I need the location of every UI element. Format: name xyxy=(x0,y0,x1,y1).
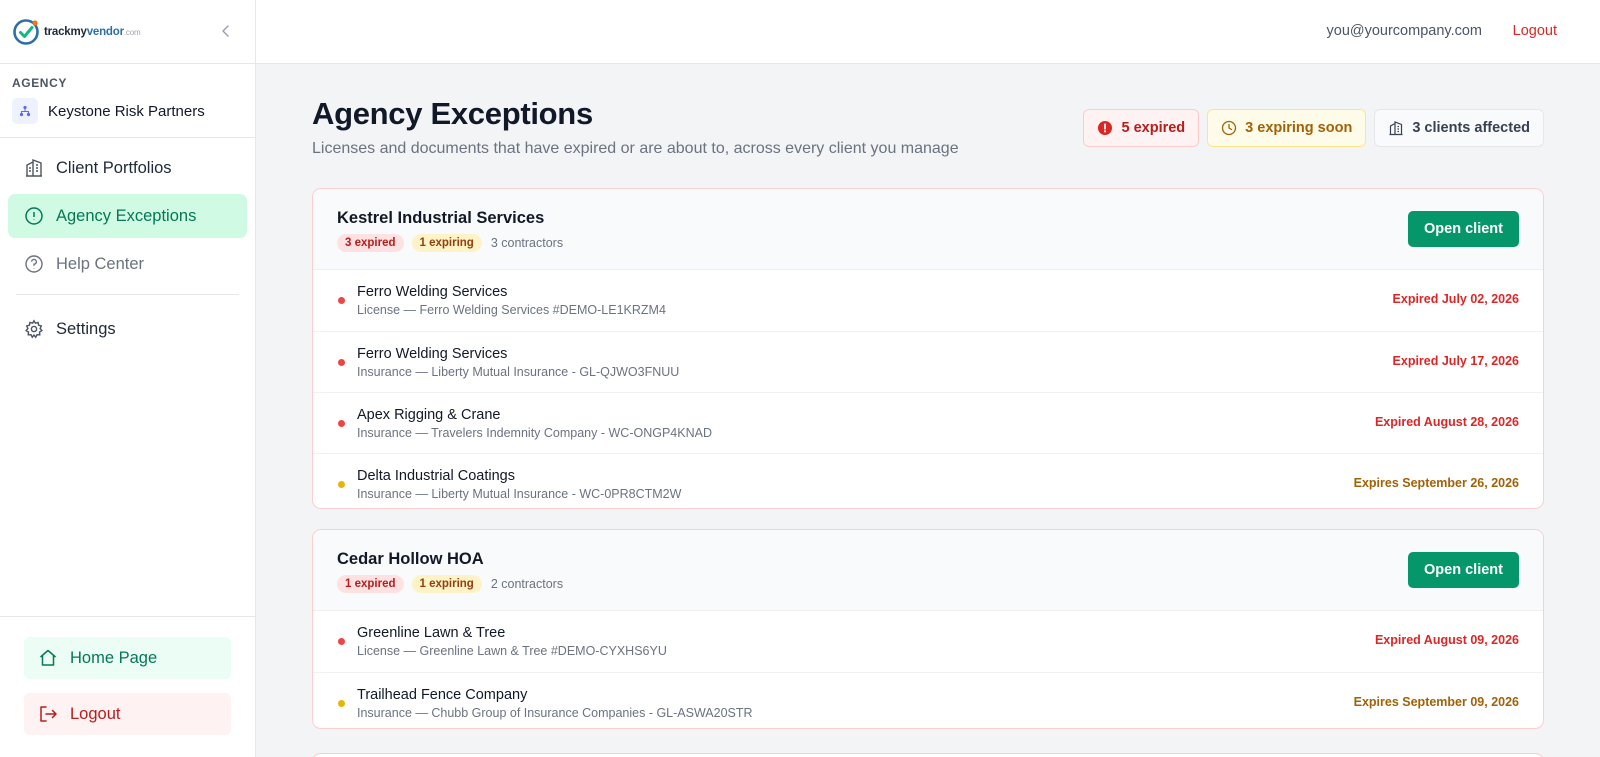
open-client-button[interactable]: Open client xyxy=(1408,552,1519,588)
building-icon xyxy=(1389,121,1403,136)
alert-circle-icon xyxy=(25,207,43,225)
logo-check-icon xyxy=(13,18,39,45)
contractor-name: Greenline Lawn & Tree xyxy=(357,625,506,641)
client-chips: 1 expired 1 expiring 2 contractors xyxy=(337,575,563,593)
document-detail: Insurance — Chubb Group of Insurance Com… xyxy=(357,706,753,720)
help-circle-icon xyxy=(25,255,43,273)
expired-status-dot xyxy=(338,359,345,366)
home-page-button[interactable]: Home Page xyxy=(24,637,231,679)
collapse-sidebar-chevron-icon[interactable] xyxy=(217,22,235,40)
sidebar-bottom: Home Page Logout xyxy=(0,616,255,757)
sidebar-nav: Client Portfolios Agency Exceptions Help… xyxy=(0,138,255,351)
brand-logo[interactable]: trackmyvendor.com xyxy=(44,26,141,38)
client-chips: 3 expired 1 expiring 3 contractors xyxy=(337,234,563,252)
sidebar-item-label: Help Center xyxy=(56,254,145,273)
contractor-name: Apex Rigging & Crane xyxy=(357,407,501,423)
sidebar-item-label: Settings xyxy=(56,319,116,338)
expiring-summary-pill: 3 expiring soon xyxy=(1207,109,1367,147)
expiry-status: Expired July 02, 2026 xyxy=(1392,292,1519,306)
sidebar-item-settings[interactable]: Settings xyxy=(8,307,247,351)
expired-count-chip: 1 expired xyxy=(337,575,404,593)
exception-row[interactable]: Delta Industrial Coatings Insurance — Li… xyxy=(313,453,1543,508)
gear-icon xyxy=(25,319,43,339)
document-detail: Insurance — Travelers Indemnity Company … xyxy=(357,426,712,440)
clients-affected-pill: 3 clients affected xyxy=(1374,109,1544,147)
exception-row[interactable]: Ferro Welding Services License — Ferro W… xyxy=(313,270,1543,331)
contractor-name: Ferro Welding Services xyxy=(357,346,508,362)
expired-count-chip: 3 expired xyxy=(337,234,404,252)
agency-name: Keystone Risk Partners xyxy=(48,102,205,120)
client-card: Cedar Hollow HOA 1 expired 1 expiring 2 … xyxy=(312,529,1544,729)
top-logout-link[interactable]: Logout xyxy=(1513,23,1557,39)
client-card-header: Kestrel Industrial Services 3 expired 1 … xyxy=(313,189,1543,270)
agency-caption: AGENCY xyxy=(12,76,67,90)
expiry-status: Expires September 09, 2026 xyxy=(1353,695,1519,709)
exception-row[interactable]: Greenline Lawn & Tree License — Greenlin… xyxy=(313,611,1543,672)
sidebar-logout-button[interactable]: Logout xyxy=(24,693,231,735)
nav-divider xyxy=(16,294,239,295)
agency-org-icon xyxy=(12,98,38,124)
contractor-name: Trailhead Fence Company xyxy=(357,687,528,703)
exception-list: Greenline Lawn & Tree License — Greenlin… xyxy=(313,611,1543,728)
open-client-button[interactable]: Open client xyxy=(1408,211,1519,247)
expiry-status: Expired July 17, 2026 xyxy=(1392,354,1519,368)
sidebar-item-agency-exceptions[interactable]: Agency Exceptions xyxy=(8,194,247,238)
document-detail: License — Ferro Welding Services #DEMO-L… xyxy=(357,303,666,317)
exception-row[interactable]: Apex Rigging & Crane Insurance — Travele… xyxy=(313,392,1543,453)
sidebar-item-label: Client Portfolios xyxy=(56,158,172,177)
expiry-status: Expired August 28, 2026 xyxy=(1374,415,1519,429)
building-icon xyxy=(26,158,42,177)
expiring-count-chip: 1 expiring xyxy=(411,234,482,252)
summary-pills: 5 expired 3 expiring soon 3 clients affe… xyxy=(1083,109,1544,147)
alert-circle-filled-icon xyxy=(1098,121,1113,135)
contractor-name: Delta Industrial Coatings xyxy=(357,468,515,484)
expiring-status-dot xyxy=(338,481,345,488)
expiry-status: Expires September 26, 2026 xyxy=(1353,476,1519,490)
contractor-count: 3 contractors xyxy=(490,236,564,250)
user-email: you@yourcompany.com xyxy=(1326,23,1483,39)
agency-block: AGENCY Keystone Risk Partners xyxy=(0,64,255,138)
exception-row[interactable]: Ferro Welding Services Insurance — Liber… xyxy=(313,331,1543,392)
top-bar: you@yourcompany.com Logout xyxy=(256,0,1600,64)
sidebar-item-label: Agency Exceptions xyxy=(56,206,197,225)
client-name: Cedar Hollow HOA xyxy=(337,550,484,568)
client-card: Kestrel Industrial Services 3 expired 1 … xyxy=(312,188,1544,509)
sidebar-item-help-center[interactable]: Help Center xyxy=(8,242,247,286)
logout-icon xyxy=(40,706,57,722)
contractor-name: Ferro Welding Services xyxy=(357,284,508,300)
expired-status-dot xyxy=(338,638,345,645)
expired-summary-pill: 5 expired xyxy=(1083,109,1200,147)
contractor-count: 2 contractors xyxy=(490,577,564,591)
client-name: Kestrel Industrial Services xyxy=(337,209,545,227)
page-subtitle: Licenses and documents that have expired… xyxy=(312,140,959,157)
expiring-status-dot xyxy=(338,700,345,707)
expired-status-dot xyxy=(338,420,345,427)
page-title: Agency Exceptions xyxy=(312,96,593,131)
home-icon xyxy=(40,649,56,666)
client-card-partial xyxy=(312,753,1544,757)
sidebar-logout-label: Logout xyxy=(70,704,121,723)
document-detail: Insurance — Liberty Mutual Insurance - G… xyxy=(357,365,680,379)
expiry-status: Expired August 09, 2026 xyxy=(1374,633,1519,647)
document-detail: Insurance — Liberty Mutual Insurance - W… xyxy=(357,487,682,501)
agency-row: Keystone Risk Partners xyxy=(12,98,243,124)
clock-icon xyxy=(1222,120,1237,136)
expiring-count-chip: 1 expiring xyxy=(411,575,482,593)
home-page-label: Home Page xyxy=(70,648,158,667)
exception-list: Ferro Welding Services License — Ferro W… xyxy=(313,270,1543,508)
logo-row: trackmyvendor.com xyxy=(0,0,255,64)
client-card-header: Cedar Hollow HOA 1 expired 1 expiring 2 … xyxy=(313,530,1543,611)
sidebar-item-client-portfolios[interactable]: Client Portfolios xyxy=(8,146,247,190)
expired-status-dot xyxy=(338,297,345,304)
sidebar: trackmyvendor.com AGENCY Keystone Risk P… xyxy=(0,0,256,757)
document-detail: License — Greenline Lawn & Tree #DEMO-CY… xyxy=(357,644,667,658)
exception-row[interactable]: Trailhead Fence Company Insurance — Chub… xyxy=(313,672,1543,728)
